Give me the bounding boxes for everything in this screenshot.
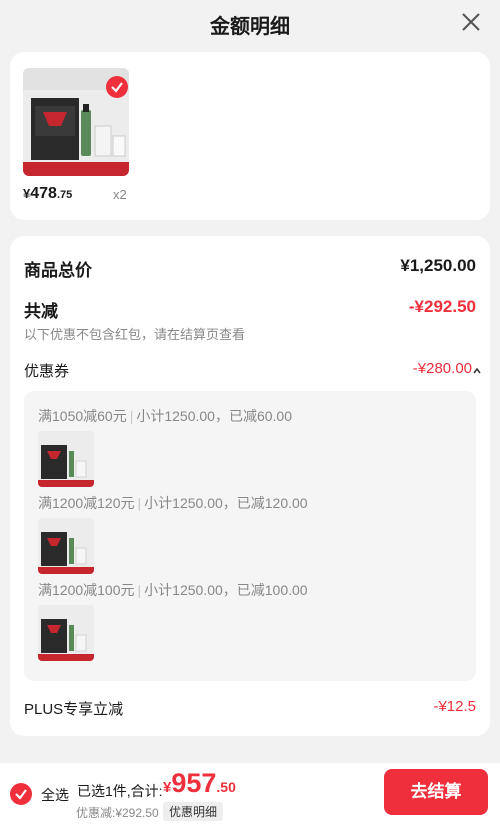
page-title: 金额明细 — [210, 16, 290, 38]
product-card: ¥478.75 x2 — [10, 52, 490, 220]
coupon-product-image — [38, 605, 94, 661]
goods-total-value: ¥1,250.00 — [400, 256, 476, 275]
coupon-product-image — [38, 431, 94, 487]
product-selected-check-icon[interactable] — [106, 76, 128, 98]
coupon-item: 满1200减120元 | 小计1250.00，已减120.00 — [38, 495, 308, 511]
coupon-label: 优惠券 — [24, 363, 70, 380]
product-price: ¥478.75 — [23, 185, 73, 202]
amount-detail-card: 商品总价 ¥1,250.00 共减 -¥292.50 以下优惠不包含红包，请在结… — [10, 236, 490, 736]
select-all-check-icon[interactable] — [10, 783, 32, 805]
coupon-value[interactable]: -¥280.00 — [413, 360, 472, 377]
header: 金额明细 — [0, 0, 500, 44]
product-quantity: x2 — [113, 187, 127, 202]
footer-discount: 优惠减:¥292.50 — [76, 806, 159, 820]
total-amount: ¥957.50 — [163, 768, 236, 798]
coupon-item: 满1050减60元 | 小计1250.00，已减60.00 — [38, 408, 292, 424]
coupon-item: 满1200减100元 | 小计1250.00，已减100.00 — [38, 582, 308, 598]
goods-total-label: 商品总价 — [24, 261, 92, 280]
coupon-product-image — [38, 518, 94, 574]
selected-info: 已选1件,合计: — [77, 783, 163, 799]
checkout-bar: 全选 已选1件,合计: ¥957.50 优惠减:¥292.50 优惠明细 去结算 — [0, 763, 500, 828]
total-reduce-value: -¥292.50 — [408, 297, 476, 316]
total-reduce-label: 共减 — [24, 302, 58, 321]
select-all-label[interactable]: 全选 — [41, 785, 69, 805]
coupon-list: 满1050减60元 | 小计1250.00，已减60.00 满1200减120元 | 小… — [24, 391, 476, 681]
plus-discount-value: -¥12.5 — [433, 698, 476, 715]
chevron-up-icon[interactable] — [472, 366, 482, 376]
checkout-button[interactable]: 去结算 — [384, 769, 488, 815]
plus-discount-label: PLUS专享立减 — [24, 701, 124, 718]
close-icon[interactable] — [460, 11, 482, 33]
reduce-note: 以下优惠不包含红包，请在结算页查看 — [24, 327, 246, 342]
discount-detail-link[interactable]: 优惠明细 — [163, 802, 224, 821]
